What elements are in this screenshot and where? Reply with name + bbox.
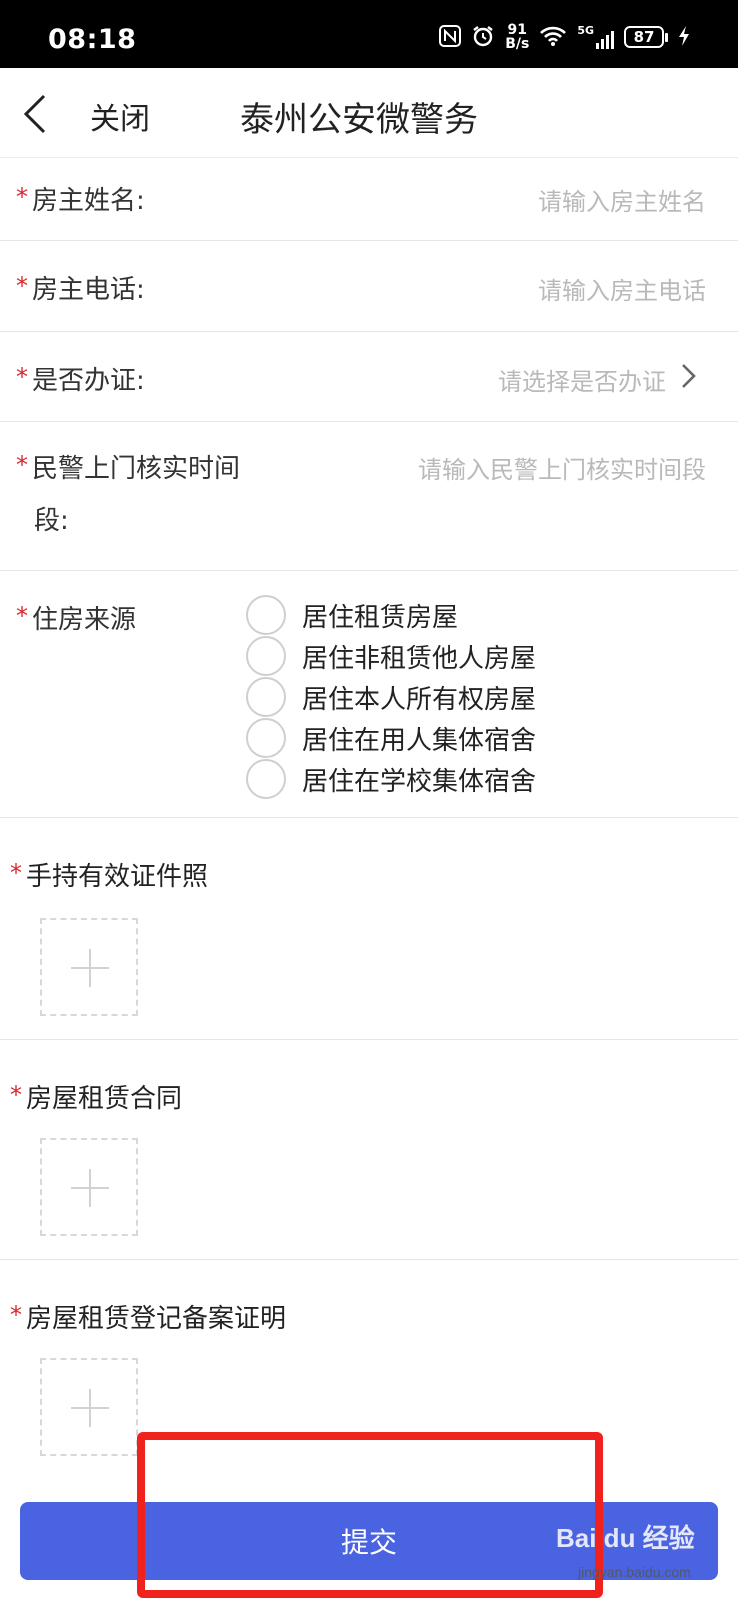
- owner-name-row[interactable]: * 房主姓名: 请输入房主姓名: [0, 158, 738, 241]
- required-mark: *: [16, 363, 28, 391]
- net-speed-unit: B/s: [505, 36, 530, 52]
- radio-label: 居住本人所有权房屋: [302, 684, 537, 715]
- radio-label: 居住租赁房屋: [302, 602, 459, 633]
- radio-option[interactable]: 居住在用人集体宿舍: [246, 718, 536, 758]
- radio-option[interactable]: 居住租赁房屋: [246, 595, 536, 635]
- owner-phone-input[interactable]: 请输入房主电话: [538, 271, 706, 306]
- visit-time-label-line2: 段:: [34, 506, 69, 536]
- owner-name-input[interactable]: 请输入房主姓名: [538, 182, 706, 217]
- radio-label: 居住在用人集体宿舍: [302, 725, 537, 756]
- upload-contract-label: * 房屋租赁合同: [10, 1078, 182, 1115]
- upload-contract-button[interactable]: [40, 1138, 138, 1236]
- net-speed-value: 91: [507, 22, 527, 38]
- close-button[interactable]: 关闭: [90, 94, 150, 138]
- certified-select[interactable]: 请选择是否办证: [498, 362, 666, 397]
- required-mark: *: [16, 272, 28, 300]
- battery-level: 87: [624, 26, 664, 48]
- upload-id-photo-button[interactable]: [40, 918, 138, 1016]
- certified-label: * 是否办证:: [16, 360, 145, 397]
- status-time: 08:18: [48, 24, 137, 55]
- required-mark: *: [16, 602, 28, 630]
- required-mark: *: [10, 1301, 22, 1329]
- upload-label-text: 房屋租赁合同: [26, 1084, 183, 1114]
- page-title: 泰州公安微警务: [240, 100, 478, 140]
- radio-label: 居住非租赁他人房屋: [302, 643, 537, 674]
- upload-registration-label: * 房屋租赁登记备案证明: [10, 1298, 286, 1335]
- owner-name-label: * 房主姓名:: [16, 180, 145, 217]
- nav-bar: 关闭 泰州公安微警务: [0, 68, 738, 158]
- baidu-watermark: Bai du 经验 jingyan.baidu.com: [556, 1504, 726, 1594]
- radio-circle[interactable]: [246, 759, 286, 799]
- watermark-logo: Bai du 经验: [556, 1523, 695, 1553]
- visit-time-label-line1: 民警上门核实时间: [32, 454, 241, 484]
- housing-source-row: * 住房来源 居住租赁房屋 居住非租赁他人房屋 居住本人所有权房屋 居住在用人集体…: [0, 571, 738, 818]
- visit-time-label: * 民警上门核实时间: [16, 448, 240, 485]
- housing-source-label-text: 住房来源: [32, 605, 137, 635]
- radio-option[interactable]: 居住本人所有权房屋: [246, 677, 536, 717]
- alarm-icon: [471, 24, 495, 51]
- upload-id-photo-section: * 手持有效证件照: [0, 818, 738, 1040]
- upload-registration-button[interactable]: [40, 1358, 138, 1456]
- cell-signal-icon: 5G: [577, 25, 614, 49]
- owner-phone-row[interactable]: * 房主电话: 请输入房主电话: [0, 241, 738, 332]
- owner-phone-label: * 房主电话:: [16, 269, 145, 306]
- required-mark: *: [16, 451, 28, 479]
- housing-source-radio-group: 居住租赁房屋 居住非租赁他人房屋 居住本人所有权房屋 居住在用人集体宿舍 居住在…: [246, 595, 536, 800]
- certified-label-text: 是否办证:: [32, 366, 145, 396]
- status-bar: 08:18 91 B/s 5G 87: [0, 0, 738, 68]
- radio-circle[interactable]: [246, 595, 286, 635]
- upload-id-photo-label: * 手持有效证件照: [10, 856, 208, 893]
- nfc-icon: [439, 24, 462, 50]
- back-arrow-icon: [23, 94, 46, 134]
- chevron-right-icon: [682, 364, 696, 388]
- owner-name-label-text: 房主姓名:: [32, 186, 145, 216]
- owner-phone-label-text: 房主电话:: [32, 275, 145, 305]
- visit-time-input[interactable]: 请输入民警上门核实时间段: [418, 450, 706, 485]
- required-mark: *: [10, 1081, 22, 1109]
- radio-circle[interactable]: [246, 677, 286, 717]
- charging-icon: [678, 25, 690, 50]
- watermark-url: jingyan.baidu.com: [578, 1564, 691, 1580]
- radio-option[interactable]: 居住在学校集体宿舍: [246, 759, 536, 799]
- radio-option[interactable]: 居住非租赁他人房屋: [246, 636, 536, 676]
- net-speed: 91 B/s: [505, 23, 529, 51]
- upload-label-text: 手持有效证件照: [26, 862, 209, 892]
- upload-label-text: 房屋租赁登记备案证明: [26, 1304, 287, 1334]
- radio-label: 居住在学校集体宿舍: [302, 766, 537, 797]
- radio-circle[interactable]: [246, 636, 286, 676]
- required-mark: *: [10, 859, 22, 887]
- signal-type: 5G: [577, 24, 594, 37]
- upload-registration-section: * 房屋租赁登记备案证明: [0, 1260, 738, 1480]
- status-icons: 91 B/s 5G 87: [439, 22, 690, 52]
- housing-source-label: * 住房来源: [16, 599, 136, 636]
- battery-icon: 87: [624, 26, 668, 48]
- back-button[interactable]: [18, 92, 58, 136]
- upload-contract-section: * 房屋租赁合同: [0, 1040, 738, 1260]
- required-mark: *: [16, 183, 28, 211]
- visit-time-row[interactable]: * 民警上门核实时间 段: 请输入民警上门核实时间段: [0, 422, 738, 571]
- radio-circle[interactable]: [246, 718, 286, 758]
- wifi-icon: [539, 25, 567, 50]
- certified-row[interactable]: * 是否办证: 请选择是否办证: [0, 332, 738, 422]
